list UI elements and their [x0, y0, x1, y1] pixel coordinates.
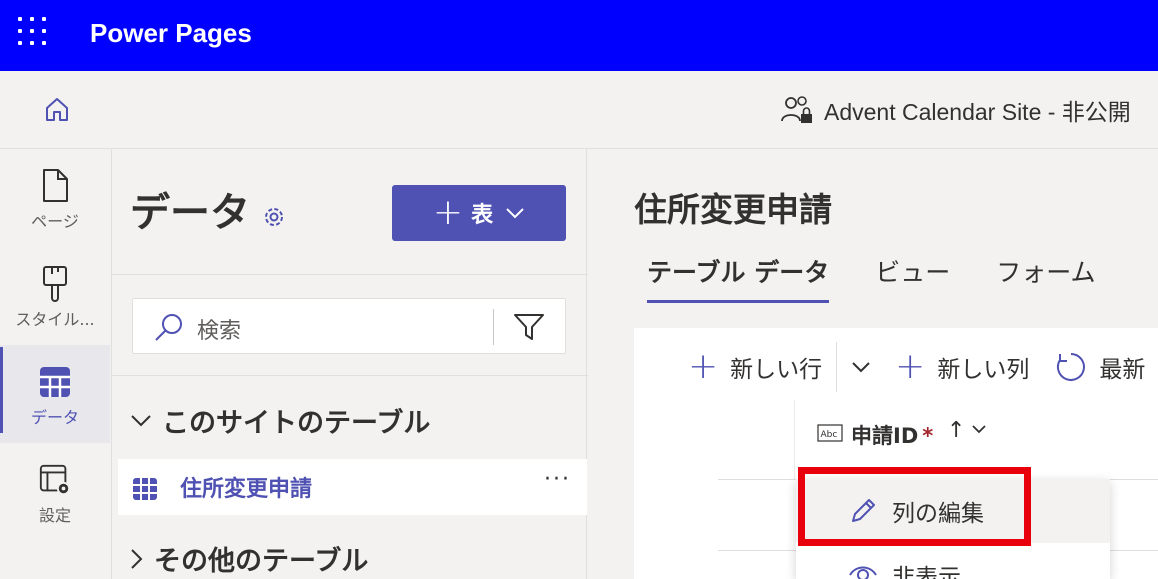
app-title: Power Pages [90, 18, 252, 48]
new-row-button[interactable]: + 新しい行 [688, 349, 822, 385]
more-options-icon[interactable]: ··· [544, 467, 571, 492]
hide-column-menu-item[interactable]: 非表示 [796, 543, 1110, 579]
chevron-down-icon [131, 414, 151, 426]
table-grid-icon [133, 478, 157, 500]
eye-hide-icon [849, 566, 877, 579]
nav-item-label: データ [30, 408, 79, 427]
nav-item-label: スタイル... [15, 310, 95, 329]
filter-icon[interactable] [513, 313, 545, 341]
search-input[interactable]: 検索 [132, 298, 566, 354]
nav-item-settings[interactable]: 設定 [0, 443, 110, 541]
chevron-down-icon [506, 208, 524, 219]
page-icon [43, 169, 68, 202]
gear-icon[interactable] [262, 205, 286, 229]
app-launcher-icon[interactable] [18, 17, 48, 47]
refresh-icon [1057, 353, 1086, 381]
home-button[interactable] [40, 92, 74, 126]
nav-item-label: ページ [31, 212, 79, 231]
new-row-label: 新しい行 [730, 357, 823, 383]
nav-item-styling[interactable]: スタイル... [0, 247, 110, 345]
divider [112, 274, 588, 275]
divider [112, 375, 588, 376]
nav-item-data[interactable]: データ [0, 345, 110, 443]
tab-table-data[interactable]: テーブル データ [647, 253, 830, 303]
svg-text:Abc: Abc [821, 430, 838, 440]
column-name: 申請ID * [851, 424, 934, 448]
site-header: Advent Calendar Site - 非公開 [0, 71, 1158, 149]
divider [493, 309, 494, 345]
divider [836, 342, 838, 392]
section-other-tables[interactable]: その他のテーブル [130, 539, 368, 578]
search-icon [155, 314, 182, 341]
brush-icon [43, 266, 67, 302]
active-nav-indicator [0, 347, 3, 433]
section-this-site-tables[interactable]: このサイトのテーブル [130, 401, 430, 440]
table-name: 住所変更申請 [180, 477, 313, 502]
nav-item-label: 設定 [38, 506, 71, 525]
refresh-label: 最新 [1099, 357, 1146, 383]
nav-item-pages[interactable]: ページ [0, 149, 110, 247]
page-title: 住所変更申請 [634, 190, 832, 229]
new-row-dropdown[interactable] [851, 361, 871, 373]
hide-column-label: 非表示 [892, 565, 961, 579]
required-marker: * [922, 424, 934, 448]
sort-ascending-icon: ↑ [947, 418, 966, 443]
chevron-down-icon[interactable] [971, 424, 987, 434]
site-info[interactable]: Advent Calendar Site - 非公開 [780, 93, 1131, 127]
home-icon [46, 98, 68, 121]
tab-forms[interactable]: フォーム [996, 253, 1095, 303]
chevron-right-icon [131, 548, 143, 569]
plus-icon: + [688, 346, 719, 387]
new-column-button[interactable]: + 新しい列 [895, 349, 1029, 385]
tab-list: テーブル データ ビュー フォーム [647, 253, 1142, 303]
refresh-button[interactable]: 最新 [1055, 350, 1145, 384]
top-bar: Power Pages [0, 0, 1158, 71]
data-table-icon [40, 367, 70, 397]
new-column-label: 新しい列 [937, 357, 1030, 383]
plus-icon: + [432, 192, 464, 233]
highlight-annotation [798, 467, 1031, 546]
add-table-label: 表 [471, 203, 494, 228]
search-placeholder: 検索 [197, 319, 242, 344]
section-label: その他のテーブル [154, 546, 369, 577]
site-users-lock-icon [781, 96, 812, 123]
command-bar: + 新しい行 + 新しい列 最新 [634, 342, 1145, 392]
table-list-item[interactable]: 住所変更申請 ··· [118, 459, 587, 515]
tab-views[interactable]: ビュー [875, 253, 950, 303]
chevron-down-icon [852, 362, 870, 373]
left-navigation: ページ スタイル... データ 設定 [0, 149, 110, 579]
text-type-icon: Abc [817, 424, 843, 442]
add-table-button[interactable]: + 表 [392, 185, 566, 241]
section-label: このサイトのテーブル [162, 408, 431, 439]
site-name: Advent Calendar Site - 非公開 [824, 99, 1131, 125]
plus-icon: + [895, 346, 926, 387]
data-panel: データ + 表 検索 このサイトのテーブル 住所変更申請 ··· その他のテーブ… [111, 149, 588, 579]
panel-title: データ [130, 190, 250, 236]
settings-icon [39, 464, 71, 496]
